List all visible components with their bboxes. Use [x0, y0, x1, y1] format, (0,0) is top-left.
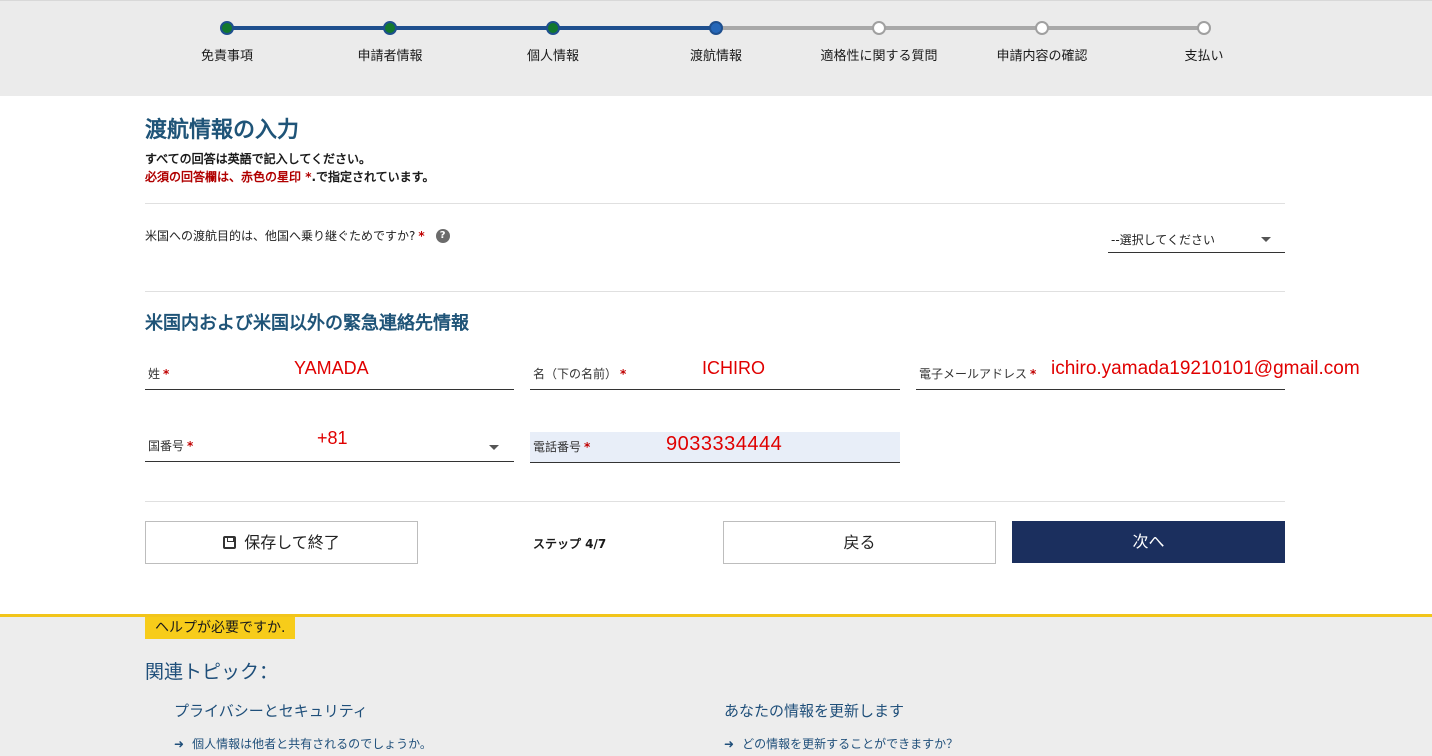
field-value: ichiro.yamada19210101@gmail.com [1051, 358, 1360, 379]
step-label: 支払い [1184, 49, 1224, 64]
step-personal-info: 個人情報 [473, 1, 633, 97]
chevron-down-icon [1261, 237, 1271, 242]
step-pending-dot [1035, 21, 1049, 35]
step-eligibility: 適格性に関する質問 [799, 1, 959, 97]
save-button-label: 保存して終了 [244, 533, 340, 552]
step-label: 免責事項 [200, 49, 253, 64]
next-button[interactable]: 次へ [1012, 521, 1285, 563]
divider [145, 203, 1285, 204]
step-label: 渡航情報 [689, 49, 742, 64]
help-footer: ヘルプが必要ですか. 関連トピック： プライバシーとセキュリティ ➜ 個人情報は他… [0, 614, 1432, 756]
phone-number-field[interactable]: 電話番号 * 9033334444 [530, 432, 900, 463]
step-pending-dot [872, 21, 886, 35]
field-value: 9033334444 [666, 433, 783, 455]
emergency-email-field[interactable]: 電子メールアドレス * ichiro.yamada19210101@gmail.c… [916, 358, 1360, 390]
transit-select[interactable]: --選択してください [1108, 226, 1285, 253]
step-payment: 支払い [1124, 1, 1284, 97]
field-label: 電子メールアドレス * [919, 367, 1037, 381]
field-value: ICHIRO [702, 358, 765, 378]
page-title: 渡航情報の入力 [145, 118, 300, 143]
emergency-first-name-field[interactable]: 名（下の名前） * ICHIRO [530, 358, 900, 390]
transit-question: 米国への渡航目的は、他国へ乗り継ぐためですか? * ? [145, 227, 450, 244]
save-and-exit-button[interactable]: 保存して終了 [145, 521, 418, 564]
emergency-contact-title: 米国内および米国以外の緊急連絡先情報 [145, 313, 469, 334]
back-button[interactable]: 戻る [723, 521, 996, 564]
step-done-dot [220, 21, 234, 35]
topic-update-link[interactable]: ➜ どの情報を更新することができますか？ [724, 735, 958, 752]
transit-question-text: 米国への渡航目的は、他国へ乗り継ぐためですか? [145, 229, 416, 243]
arrow-right-icon: ➜ [174, 737, 185, 751]
step-disclaimer: 免責事項 [147, 1, 307, 97]
help-question-icon[interactable]: ? [435, 228, 450, 243]
progress-stepper: 免責事項 申請者情報 個人情報 渡航情報 適格性に関する質問 申請内容の確認 支… [0, 0, 1432, 96]
required-star: * [584, 440, 591, 454]
step-pending-dot [1197, 21, 1211, 35]
step-label: 適格性に関する質問 [820, 49, 938, 64]
divider [145, 291, 1285, 292]
emergency-last-name-field[interactable]: 姓 * YAMADA [145, 358, 514, 390]
topic-link-text: 個人情報は他者と共有されるのでしょうか。 [192, 737, 432, 751]
step-applicant-info: 申請者情報 [310, 1, 470, 97]
arrow-right-icon: ➜ [724, 737, 735, 751]
required-note-rest: .で指定されています。 [311, 170, 435, 184]
required-star: * [163, 367, 170, 381]
field-value: +81 [317, 428, 348, 448]
required-star: * [418, 228, 425, 243]
topic-privacy-link[interactable]: ➜ 個人情報は他者と共有されるのでしょうか。 [174, 735, 432, 752]
country-code-select[interactable]: 国番号 * +81 [145, 428, 514, 462]
field-label: 名（下の名前） * [533, 367, 627, 381]
required-star: * [620, 367, 627, 381]
topic-privacy-title[interactable]: プライバシーとセキュリティ [174, 700, 368, 721]
step-label: 個人情報 [526, 49, 579, 64]
save-disk-icon [223, 536, 237, 549]
divider [145, 501, 1285, 502]
field-value: YAMADA [294, 358, 369, 378]
chevron-down-icon [489, 445, 499, 450]
step-travel-info: 渡航情報 [636, 1, 796, 97]
field-label: 姓 * [148, 367, 170, 381]
english-instruction: すべての回答は英語で記入してください。 [145, 152, 371, 166]
step-label: 申請者情報 [357, 49, 423, 64]
required-star: * [187, 439, 194, 453]
field-label: 電話番号 * [533, 440, 591, 454]
required-note-red: 必須の回答欄は、赤色の星印 [145, 170, 302, 184]
step-done-dot [383, 21, 397, 35]
step-done-dot [546, 21, 560, 35]
step-counter: ステップ 4/7 [533, 537, 607, 551]
required-note: 必須の回答欄は、赤色の星印 *.で指定されています。 [145, 168, 434, 185]
topic-update-title[interactable]: あなたの情報を更新します [724, 700, 904, 721]
step-label: 申請内容の確認 [996, 49, 1088, 64]
related-topics-title: 関連トピック： [145, 661, 279, 683]
transit-select-value: --選択してください [1111, 233, 1215, 247]
required-star: * [1030, 367, 1037, 381]
field-label: 国番号 * [148, 439, 194, 453]
step-current-dot [709, 21, 723, 35]
help-tag: ヘルプが必要ですか. [145, 617, 296, 639]
step-review: 申請内容の確認 [962, 1, 1122, 97]
topic-link-text: どの情報を更新することができますか？ [742, 737, 959, 751]
